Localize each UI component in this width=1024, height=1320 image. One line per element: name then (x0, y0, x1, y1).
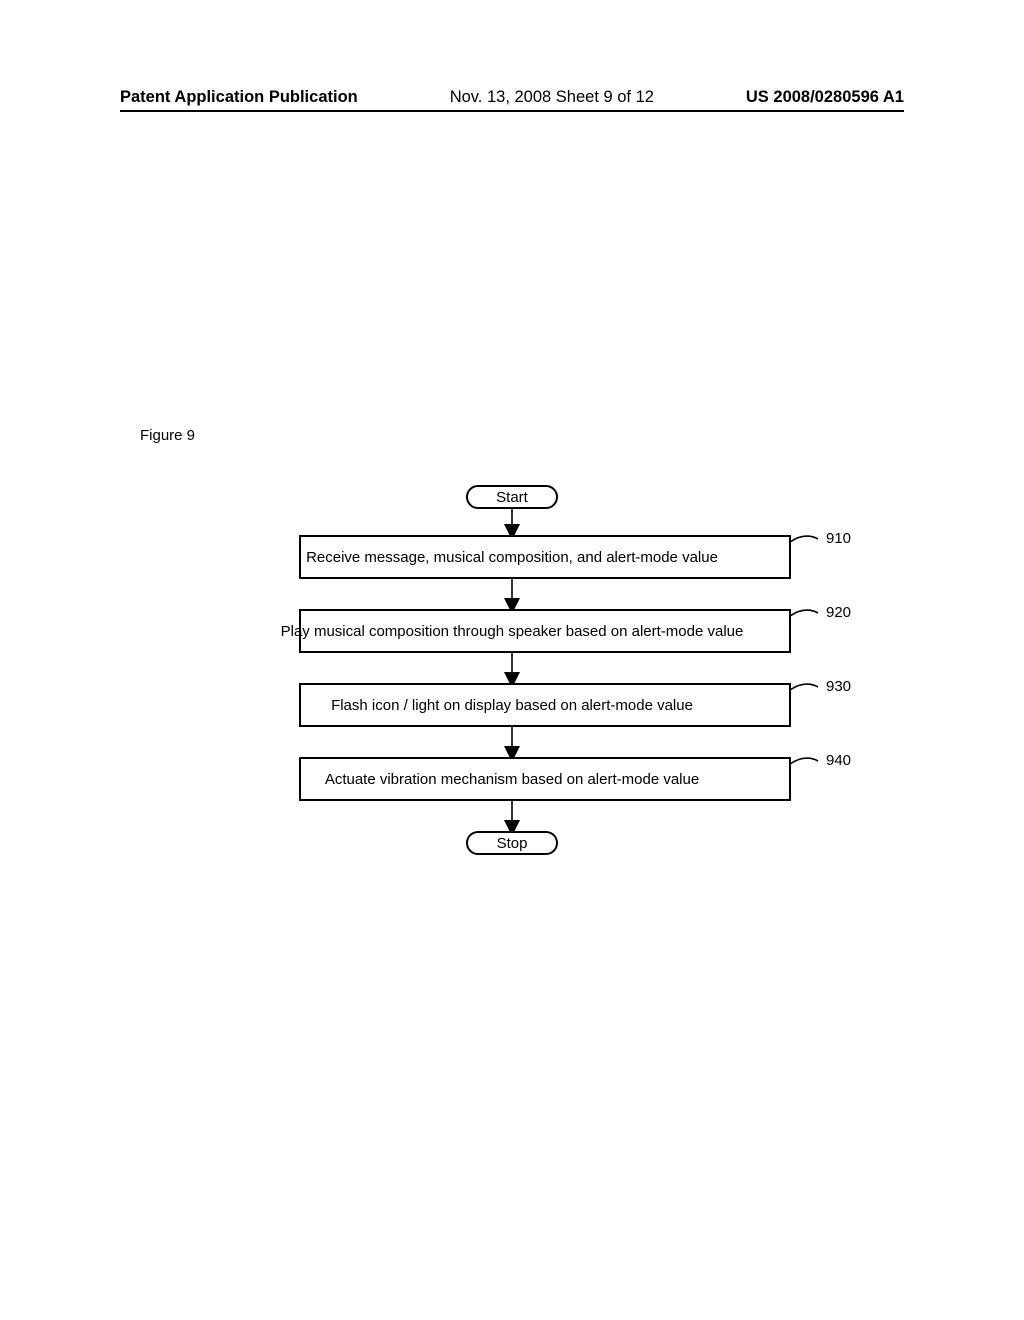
patent-page: Patent Application Publication Nov. 13, … (0, 0, 1024, 1320)
flow-step-910-text: Receive message, musical composition, an… (306, 549, 718, 566)
flow-step-920-ref: 920 (826, 604, 851, 621)
figure-caption: Figure 9 (140, 427, 195, 444)
flowchart: Start Receive message, musical compositi… (0, 480, 1024, 980)
header-center: Nov. 13, 2008 Sheet 9 of 12 (450, 88, 654, 107)
ref-connector (790, 536, 818, 542)
ref-connector (790, 684, 818, 690)
flow-step-910-ref: 910 (826, 530, 851, 547)
ref-connector (790, 610, 818, 616)
header-right: US 2008/0280596 A1 (746, 88, 904, 107)
ref-connector (790, 758, 818, 764)
flow-step-940-text: Actuate vibration mechanism based on ale… (325, 771, 699, 788)
header-left: Patent Application Publication (120, 88, 358, 107)
flow-step-920-text: Play musical composition through speaker… (281, 623, 744, 640)
flow-step-930-text: Flash icon / light on display based on a… (331, 697, 693, 714)
terminator-start-label: Start (496, 489, 529, 506)
flow-step-940-ref: 940 (826, 752, 851, 769)
flow-step-930-ref: 930 (826, 678, 851, 695)
page-header: Patent Application Publication Nov. 13, … (120, 88, 904, 112)
terminator-stop-label: Stop (497, 835, 528, 852)
